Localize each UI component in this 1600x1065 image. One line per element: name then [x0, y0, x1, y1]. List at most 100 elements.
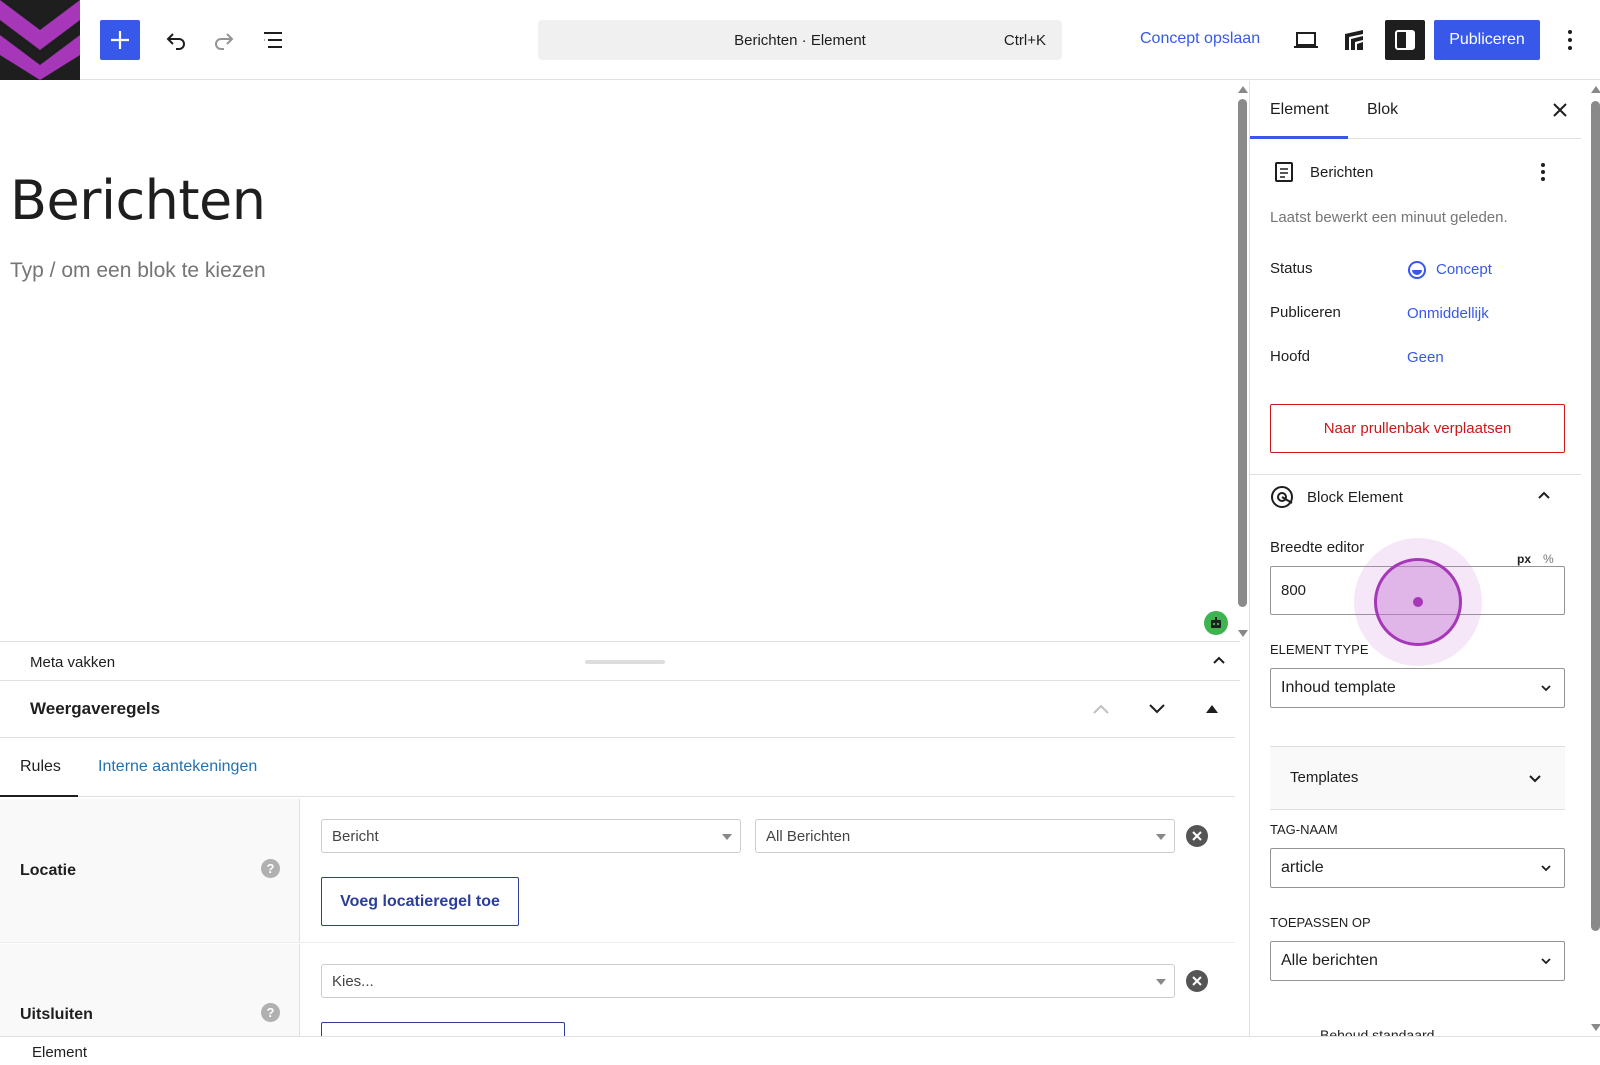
keep-default-option[interactable]: Behoud standaard [1320, 1027, 1434, 1036]
location-type-value: Bericht [332, 827, 379, 845]
sidebar-tabs: Element Blok [1250, 81, 1581, 139]
editor-width-value: 800 [1281, 582, 1307, 599]
parent-value-link[interactable]: Geen [1407, 349, 1444, 366]
rules-tabs: Rules Interne aantekeningen [0, 737, 1235, 797]
block-placeholder[interactable]: Typ / om een blok te kiezen [10, 259, 266, 283]
resize-handle[interactable] [585, 660, 665, 664]
undo-icon[interactable] [158, 22, 194, 58]
preview-device-icon[interactable] [1288, 22, 1324, 58]
tag-name-label: Tag-naam [1270, 822, 1338, 837]
exclude-select-value: Kies... [332, 972, 374, 990]
meta-boxes-header: Meta vakken [0, 641, 1240, 681]
active-tab-indicator [1250, 136, 1348, 139]
site-logo[interactable] [0, 0, 80, 80]
section-divider [1250, 474, 1581, 475]
templates-label: Templates [1290, 769, 1359, 786]
command-bar-shortcut: Ctrl+K [1003, 31, 1046, 49]
draft-status-icon [1407, 260, 1427, 285]
assistant-bot-icon[interactable] [1204, 611, 1228, 635]
display-rules-title: Weergaveregels [30, 699, 161, 718]
tag-name-value: article [1281, 859, 1324, 876]
block-element-icon [1270, 485, 1294, 514]
display-rules-panel: Weergaveregels Rules Interne aantekening… [0, 681, 1235, 1036]
scroll-down-arrow-icon[interactable] [1591, 1024, 1600, 1031]
tab-element[interactable]: Element [1270, 101, 1329, 119]
parent-label: Hoofd [1270, 348, 1311, 365]
tab-rules[interactable]: Rules [20, 758, 61, 776]
document-icon [1274, 161, 1294, 188]
command-palette-bar[interactable]: Berichten · Element Ctrl+K [538, 20, 1062, 60]
document-overview-icon[interactable] [255, 22, 291, 58]
apply-to-select[interactable]: Alle berichten [1270, 941, 1565, 981]
apply-to-label: Toepassen op [1270, 915, 1371, 930]
canvas-scrollbar[interactable] [1238, 99, 1247, 607]
document-actions-icon[interactable] [1540, 162, 1546, 187]
last-edited-text: Laatst bewerkt een minuut geleden. [1270, 209, 1508, 226]
publish-date-link[interactable]: Onmiddellijk [1407, 305, 1489, 322]
scroll-up-arrow-icon[interactable] [1238, 86, 1248, 93]
exclude-select[interactable]: Kies... [321, 964, 1175, 998]
status-value-link[interactable]: Concept [1436, 261, 1492, 278]
chevron-down-icon [1538, 860, 1554, 881]
command-bar-title: Berichten · Element [734, 31, 866, 49]
tab-block[interactable]: Blok [1367, 101, 1398, 119]
unit-percent-button[interactable]: % [1543, 552, 1554, 566]
tag-name-select[interactable]: article [1270, 848, 1565, 888]
chevron-down-icon [1538, 953, 1554, 974]
add-exclude-rule-button[interactable] [321, 1022, 565, 1036]
active-tab-indicator [0, 795, 78, 797]
location-label-cell: Locatie ? [0, 799, 300, 942]
chevron-up-icon[interactable] [1211, 652, 1227, 673]
publish-label: Publiceren [1270, 304, 1341, 321]
post-title[interactable]: Berichten [10, 169, 266, 232]
help-icon[interactable]: ? [261, 1003, 280, 1022]
apply-to-value: Alle berichten [1281, 952, 1378, 969]
settings-sidebar-toggle-icon[interactable] [1385, 20, 1425, 60]
exclude-label: Uitsluiten [20, 1006, 93, 1023]
exclude-rule-row: Uitsluiten ? Kies... [0, 944, 1235, 1036]
redo-icon[interactable] [206, 22, 242, 58]
status-label: Status [1270, 260, 1313, 277]
move-to-trash-button[interactable]: Naar prullenbak verplaatsen [1270, 404, 1565, 453]
unit-px-button[interactable]: px [1517, 552, 1531, 566]
caret-down-icon [722, 834, 732, 840]
publish-button[interactable]: Publiceren [1434, 20, 1540, 60]
editor-canvas: Berichten Typ / om een blok te kiezen [0, 81, 1248, 641]
save-draft-button[interactable]: Concept opslaan [1140, 30, 1260, 48]
exclude-label-cell: Uitsluiten ? [0, 944, 300, 1036]
chevron-up-icon[interactable] [1536, 487, 1552, 508]
remove-rule-icon[interactable] [1186, 970, 1208, 992]
chevron-down-icon [1526, 769, 1544, 792]
plugin-icon[interactable] [1336, 22, 1372, 58]
move-up-icon[interactable] [1090, 701, 1112, 722]
close-icon[interactable] [1548, 98, 1572, 122]
location-object-value: All Berichten [766, 827, 851, 845]
more-options-icon[interactable] [1552, 22, 1588, 58]
caret-down-icon [1156, 979, 1166, 985]
location-label: Locatie [20, 862, 77, 879]
scroll-down-arrow-icon[interactable] [1238, 630, 1248, 637]
document-title: Berichten [1310, 164, 1374, 181]
editor-width-label: Breedte editor [1270, 539, 1365, 556]
location-rule-row: Locatie ? Bericht All Berichten Voeg loc… [0, 799, 1235, 943]
click-indicator-dot [1413, 597, 1423, 607]
breadcrumb-element[interactable]: Element [32, 1044, 87, 1061]
collapse-toggle-icon[interactable] [1206, 705, 1218, 713]
templates-panel[interactable]: Templates [1270, 746, 1565, 810]
chevron-down-icon [1538, 680, 1554, 701]
sidebar-scrollbar[interactable] [1591, 101, 1600, 931]
editor-header: Berichten · Element Ctrl+K Concept opsla… [0, 0, 1600, 80]
remove-rule-icon[interactable] [1186, 825, 1208, 847]
add-block-button[interactable] [100, 20, 140, 60]
tab-internal-notes[interactable]: Interne aantekeningen [98, 758, 257, 776]
element-type-select[interactable]: Inhoud template [1270, 668, 1565, 708]
scroll-up-arrow-icon[interactable] [1591, 86, 1600, 93]
caret-down-icon [1156, 834, 1166, 840]
meta-boxes-label: Meta vakken [30, 654, 116, 671]
block-element-title[interactable]: Block Element [1307, 489, 1403, 506]
location-object-select[interactable]: All Berichten [755, 819, 1175, 853]
add-location-rule-button[interactable]: Voeg locatieregel toe [321, 877, 519, 926]
help-icon[interactable]: ? [261, 859, 280, 878]
location-type-select[interactable]: Bericht [321, 819, 741, 853]
move-down-icon[interactable] [1146, 701, 1168, 722]
